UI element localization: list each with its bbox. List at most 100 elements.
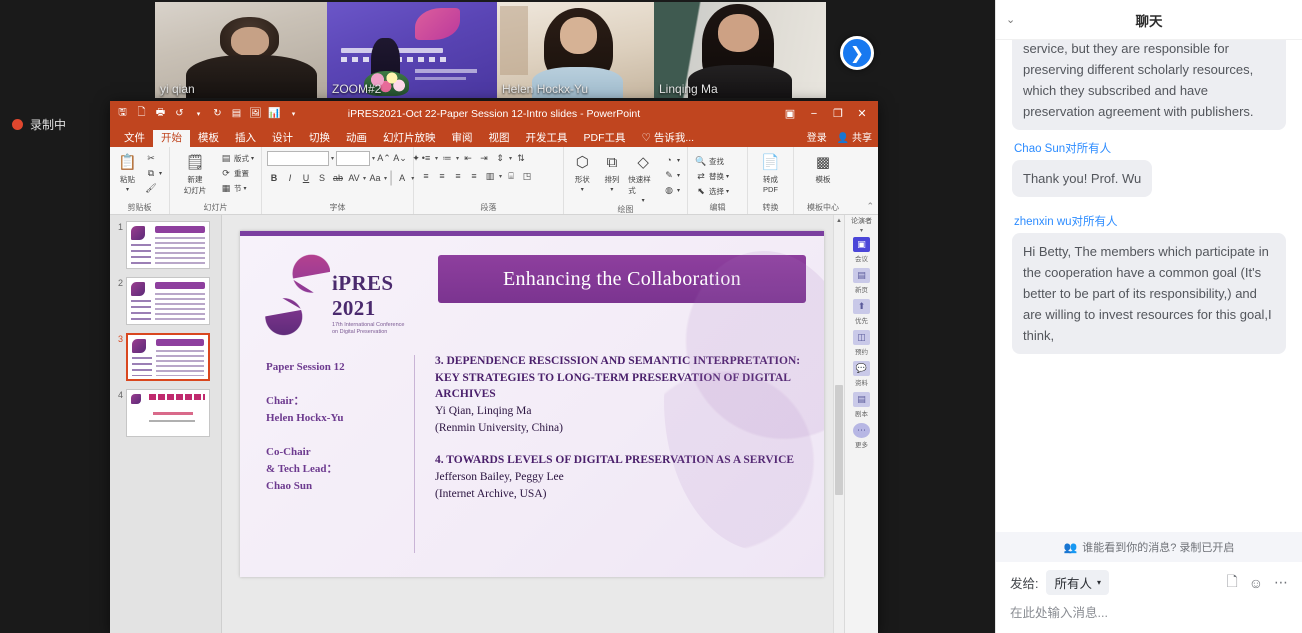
tab-transitions[interactable]: 切换: [301, 130, 338, 148]
rail-item-notes[interactable]: ▤ 剧本: [847, 389, 877, 420]
line-spacing-button[interactable]: ⇕: [493, 151, 507, 165]
italic-button[interactable]: I: [283, 171, 297, 185]
thumbnail-row-3[interactable]: 3: [114, 333, 217, 381]
template-button[interactable]: ▩ 模板: [806, 151, 840, 185]
redo-icon[interactable]: ↻: [209, 105, 226, 123]
tab-home[interactable]: 开始: [153, 129, 190, 147]
tab-animations[interactable]: 动画: [338, 130, 375, 148]
shape-outline-button[interactable]: ✎ ▾: [661, 168, 682, 182]
strikethrough-button[interactable]: ab: [331, 171, 345, 185]
rail-item-upload[interactable]: ⬆ 优先: [847, 296, 877, 327]
tab-review[interactable]: 审阅: [444, 130, 481, 148]
decrease-indent-button[interactable]: ⇤: [461, 151, 475, 165]
paste-button[interactable]: 📋 粘贴 ▾: [115, 151, 140, 193]
shape-effects-button[interactable]: ◍ ▾: [661, 183, 682, 197]
increase-indent-button[interactable]: ⇥: [477, 151, 491, 165]
send-to-dropdown[interactable]: 所有人 ▾: [1046, 570, 1110, 595]
more-options-icon[interactable]: ⋯: [1274, 574, 1288, 591]
rail-item-schedule[interactable]: ◫ 预约: [847, 327, 877, 358]
new-icon[interactable]: 🗋: [133, 105, 150, 123]
chat-messages[interactable]: service, but they are responsible for pr…: [996, 40, 1302, 532]
canvas-scrollbar[interactable]: ▲: [833, 215, 844, 633]
format-painter-button[interactable]: 🖌: [143, 181, 164, 195]
shadow-button[interactable]: S: [315, 171, 329, 185]
restore-button[interactable]: ❐: [826, 103, 850, 125]
tab-developer[interactable]: 开发工具: [518, 130, 576, 148]
ribbon-display-options-icon[interactable]: ▣: [778, 103, 802, 125]
rail-item-meeting[interactable]: ▣ 会议: [847, 234, 877, 265]
rail-item-more[interactable]: ⋯ 更多: [847, 420, 877, 451]
chat-message-1-sender[interactable]: Chao Sun对所有人: [1014, 140, 1286, 156]
find-button[interactable]: 🔍 查找: [693, 154, 731, 168]
thumbnail-row-1[interactable]: 1: [114, 221, 217, 269]
signin-link[interactable]: 登录: [807, 129, 827, 144]
chat-message-2-sender[interactable]: zhenxin wu对所有人: [1014, 213, 1286, 229]
scroll-up-icon[interactable]: ▲: [834, 215, 844, 226]
character-spacing-button[interactable]: AV: [347, 171, 361, 185]
copy-button[interactable]: ⧉ ▾: [143, 166, 164, 180]
align-left-button[interactable]: ≡: [419, 169, 433, 183]
participant-tile-1[interactable]: ZOOM#2: [327, 2, 497, 98]
file-icon[interactable]: 🗋: [1226, 571, 1237, 595]
save-icon[interactable]: 🖫: [114, 105, 131, 123]
scrollbar-thumb[interactable]: [835, 385, 843, 495]
minimize-button[interactable]: −: [802, 103, 826, 125]
shapes-button[interactable]: ⬡ 形状 ▾: [569, 151, 596, 193]
participant-tile-3[interactable]: Linqing Ma: [654, 2, 826, 98]
tab-template[interactable]: 模板: [190, 130, 227, 148]
convert-to-pdf-button[interactable]: 📄 转成 PDF: [754, 151, 788, 194]
change-case-button[interactable]: Aa: [368, 171, 382, 185]
slide-thumbnail-1[interactable]: [126, 221, 210, 269]
shape-fill-button[interactable]: ◔ ▾: [661, 153, 682, 167]
customize-qat-icon[interactable]: ▾: [285, 105, 302, 123]
section-button[interactable]: ▦ 节 ▾: [218, 181, 256, 195]
underline-button[interactable]: U: [299, 171, 313, 185]
slide-session-info[interactable]: Paper Session 12 Chair： Helen Hockx-Yu C…: [266, 359, 406, 495]
tab-insert[interactable]: 插入: [227, 130, 264, 148]
tab-tell-me[interactable]: ♡ 告诉我...: [634, 130, 703, 148]
font-size-input[interactable]: [336, 151, 371, 166]
columns-button[interactable]: ▥: [483, 169, 497, 183]
slide-paper-list[interactable]: 3. DEPENDENCE RESCISSION AND SEMANTIC IN…: [435, 353, 810, 518]
arrange-button[interactable]: ⧉ 排列 ▾: [599, 151, 626, 194]
numbering-button[interactable]: ≔: [440, 151, 454, 165]
align-text-button[interactable]: ⌸: [504, 169, 518, 183]
align-right-button[interactable]: ≡: [451, 169, 465, 183]
presentation-icon[interactable]: ▤: [228, 105, 245, 123]
slide-thumbnail-2[interactable]: [126, 277, 210, 325]
cut-button[interactable]: ✂: [143, 151, 164, 165]
collapse-ribbon-icon[interactable]: ⌃: [866, 201, 874, 212]
slide-thumbnail-panel[interactable]: 1 2 3 4: [110, 215, 222, 633]
chat-privacy-notice[interactable]: 👥 谁能看到你的消息? 录制已开启: [996, 532, 1302, 562]
new-slide-button[interactable]: 🗒 新建 幻灯片: [175, 151, 215, 196]
chat-message-input[interactable]: 在此处输入消息...: [1010, 602, 1288, 621]
smartart-button[interactable]: ◳: [520, 169, 534, 183]
undo-dropdown-icon[interactable]: ▾: [190, 105, 207, 123]
participant-tile-2[interactable]: Helen Hockx-Yu: [497, 2, 654, 98]
layout-button[interactable]: ▤ 版式 ▾: [218, 151, 256, 165]
tab-design[interactable]: 设计: [264, 130, 301, 148]
tab-file[interactable]: 文件: [116, 130, 153, 148]
close-button[interactable]: ✕: [850, 103, 874, 125]
quick-styles-button[interactable]: ◇ 快速样式 ▾: [628, 151, 658, 204]
chevron-down-icon[interactable]: ⌄: [1006, 13, 1015, 26]
reset-button[interactable]: ⟳ 重置: [218, 166, 256, 180]
increase-font-size-button[interactable]: A⌃: [377, 152, 391, 166]
align-center-button[interactable]: ≡: [435, 169, 449, 183]
recording-indicator[interactable]: 录制中: [12, 116, 66, 133]
share-button[interactable]: 👤 共享: [837, 129, 872, 144]
select-button[interactable]: ⬉ 选择 ▾: [693, 184, 731, 198]
slide-canvas[interactable]: iPRES 2021 17th International Conference…: [222, 215, 844, 633]
thumbnail-row-4[interactable]: 4: [114, 389, 217, 437]
tab-view[interactable]: 视图: [481, 130, 518, 148]
participant-tile-0[interactable]: yi qian: [155, 2, 327, 98]
undo-icon[interactable]: ↺: [171, 105, 188, 123]
emoji-icon[interactable]: ☺: [1249, 575, 1263, 591]
thumbnail-row-2[interactable]: 2: [114, 277, 217, 325]
print-icon[interactable]: 🖶: [152, 105, 169, 123]
rail-chevron-down-icon[interactable]: ▾: [860, 227, 863, 234]
slide-banner-title[interactable]: Enhancing the Collaboration: [438, 255, 806, 303]
current-slide[interactable]: iPRES 2021 17th International Conference…: [240, 231, 824, 577]
justify-button[interactable]: ≡: [467, 169, 481, 183]
rail-item-chat[interactable]: 💬 资料: [847, 358, 877, 389]
